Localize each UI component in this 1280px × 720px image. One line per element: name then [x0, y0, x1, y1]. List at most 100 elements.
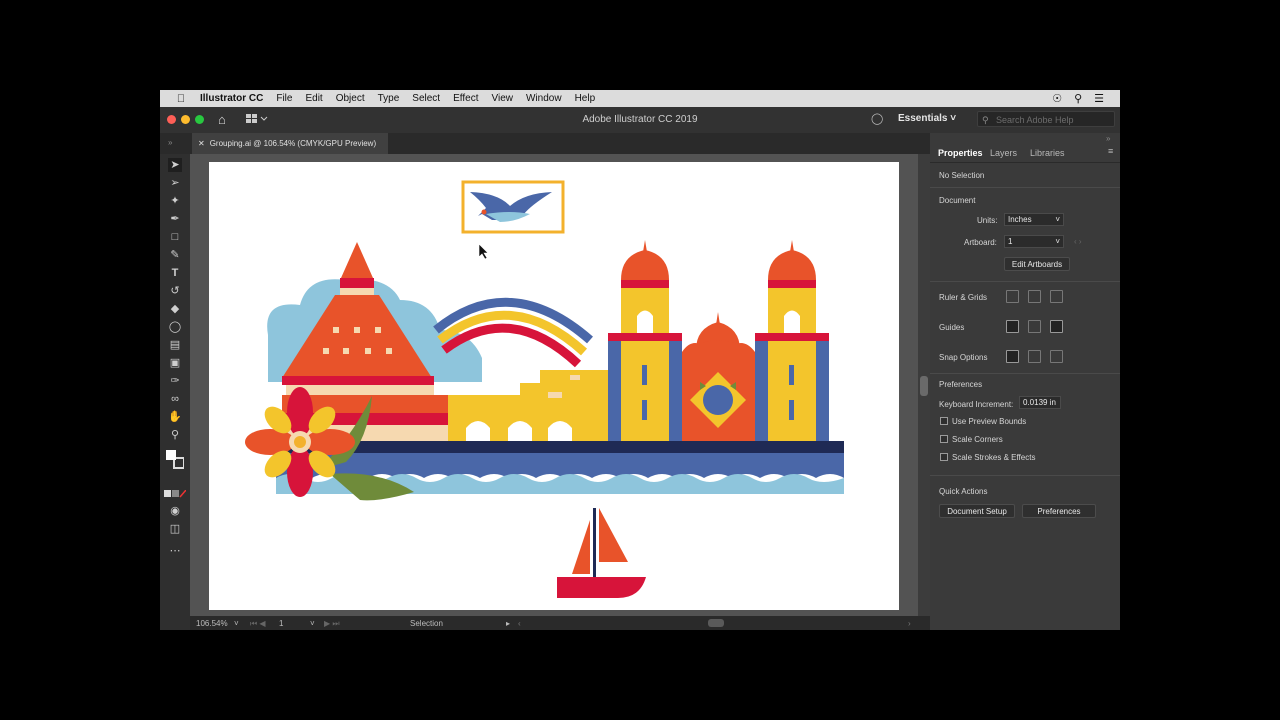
direct-selection-tool-icon[interactable]: ➢: [168, 176, 182, 190]
selection-tool-icon[interactable]: ➤: [168, 158, 182, 172]
menu-object[interactable]: Object: [336, 93, 365, 104]
lightbulb-icon[interactable]: ◯: [871, 112, 883, 125]
preferences-button[interactable]: Preferences: [1022, 504, 1096, 518]
vertical-scrollbar-thumb[interactable]: [920, 376, 928, 396]
use-preview-bounds-checkbox[interactable]: [940, 417, 948, 425]
mac-menubar:  Illustrator CC File Edit Object Type S…: [160, 90, 1120, 107]
rotate-tool-icon[interactable]: ↺: [168, 284, 182, 298]
eraser-tool-icon[interactable]: ◆: [168, 302, 182, 316]
snap-to-pixel-icon[interactable]: [1050, 350, 1063, 363]
mouse-cursor-icon: [478, 243, 489, 260]
ruler-icon[interactable]: [1006, 290, 1019, 303]
central-dome[interactable]: [682, 312, 755, 441]
hand-tool-icon[interactable]: ✋: [168, 410, 182, 424]
tab-layers[interactable]: Layers: [990, 148, 1017, 158]
screen-mode-icon[interactable]: ◫: [168, 522, 182, 536]
sailboat-group[interactable]: [557, 508, 646, 598]
artwork[interactable]: [209, 162, 899, 610]
artboard-number-field[interactable]: 1: [279, 619, 283, 628]
selection-state-label: No Selection: [939, 171, 985, 180]
collapse-toolbar-icon[interactable]: »: [168, 138, 172, 147]
right-tower[interactable]: [755, 240, 829, 441]
zoom-tool-icon[interactable]: ⚲: [168, 428, 182, 442]
artboard[interactable]: [209, 162, 899, 610]
units-label: Units:: [977, 216, 998, 225]
document-tab[interactable]: ✕ Grouping.ai @ 106.54% (CMYK/GPU Preview…: [192, 133, 388, 154]
smart-guides-icon[interactable]: [1050, 320, 1063, 333]
artboard-nav-prev-icons[interactable]: ⏮ ◀: [250, 619, 266, 629]
artboard-tool-icon[interactable]: ▣: [168, 356, 182, 370]
scale-strokes-checkbox[interactable]: [940, 453, 948, 461]
tab-properties[interactable]: Properties: [938, 148, 983, 158]
panel-menu-icon[interactable]: ≡: [1108, 146, 1113, 156]
scroll-left-icon[interactable]: ‹: [518, 619, 521, 628]
creative-cloud-icon[interactable]: ☉: [1052, 92, 1062, 105]
menu-edit[interactable]: Edit: [305, 93, 322, 104]
type-tool-icon[interactable]: T: [168, 266, 182, 280]
menu-file[interactable]: File: [276, 93, 292, 104]
menu-window[interactable]: Window: [526, 93, 562, 104]
paintbrush-tool-icon[interactable]: ✎: [168, 248, 182, 262]
shape-builder-tool-icon[interactable]: ◯: [168, 320, 182, 334]
snap-to-grid-icon[interactable]: [1028, 350, 1041, 363]
scale-corners-checkbox[interactable]: [940, 435, 948, 443]
artboard-dropdown[interactable]: 1 ˅: [1004, 235, 1064, 248]
show-guides-icon[interactable]: [1006, 320, 1019, 333]
keyboard-increment-input[interactable]: 0.0139 in: [1019, 396, 1061, 409]
tab-libraries[interactable]: Libraries: [1030, 148, 1065, 158]
seagull-group[interactable]: [461, 180, 565, 234]
zoom-dropdown-icon[interactable]: ˅: [234, 619, 239, 628]
keyboard-increment-label: Keyboard Increment:: [939, 400, 1014, 409]
scale-corners-label: Scale Corners: [952, 435, 1003, 444]
artboard-dropdown-icon[interactable]: ˅: [310, 619, 315, 628]
spotlight-search-icon[interactable]: ⚲: [1074, 92, 1082, 105]
left-tower[interactable]: [608, 240, 682, 441]
eyedropper-tool-icon[interactable]: ✑: [168, 374, 182, 388]
close-tab-icon[interactable]: ✕: [198, 139, 205, 148]
edit-artboards-button[interactable]: Edit Artboards: [1004, 257, 1070, 271]
menu-effect[interactable]: Effect: [453, 93, 478, 104]
application-bar: ⌂ Adobe Illustrator CC 2019 ◯ Essentials…: [160, 107, 1120, 133]
rectangle-tool-icon[interactable]: □: [168, 230, 182, 244]
notification-center-icon[interactable]: ☰: [1094, 92, 1104, 105]
document-setup-button[interactable]: Document Setup: [939, 504, 1015, 518]
fill-stroke-swatch[interactable]: [166, 450, 185, 476]
properties-panel: » Properties Layers Libraries ≡ No Selec…: [930, 133, 1120, 630]
more-tools-icon[interactable]: ⋯: [168, 544, 182, 558]
document-tab-label: Grouping.ai @ 106.54% (CMYK/GPU Preview): [209, 139, 377, 148]
menu-view[interactable]: View: [491, 93, 513, 104]
workspace-switcher[interactable]: Essentials ˅: [898, 113, 956, 124]
document-tab-bar: » ✕ Grouping.ai @ 106.54% (CMYK/GPU Previ…: [160, 133, 930, 154]
grid-icon[interactable]: [1028, 290, 1041, 303]
artboard-nav-next-icons[interactable]: ▶ ⏭: [324, 619, 340, 629]
zoom-level-field[interactable]: 106.54%: [196, 619, 228, 628]
scale-strokes-label: Scale Strokes & Effects: [952, 453, 1036, 462]
scroll-right-icon[interactable]: ›: [908, 619, 911, 628]
quick-actions-heading: Quick Actions: [939, 487, 988, 496]
menu-help[interactable]: Help: [575, 93, 596, 104]
current-tool-status[interactable]: Selection: [410, 619, 443, 628]
gradient-tool-icon[interactable]: ▤: [168, 338, 182, 352]
menu-select[interactable]: Select: [412, 93, 440, 104]
snap-to-point-icon[interactable]: [1006, 350, 1019, 363]
workspace-label: Essentials: [898, 113, 948, 124]
lock-guides-icon[interactable]: [1028, 320, 1041, 333]
horizontal-scrollbar-thumb[interactable]: [708, 619, 724, 627]
menu-app-name[interactable]: Illustrator CC: [200, 93, 263, 104]
chevron-down-icon: ˅: [950, 113, 957, 124]
snap-options-label: Snap Options: [939, 353, 988, 362]
artboard-prev-next-icons[interactable]: ‹ ›: [1074, 237, 1082, 246]
pen-tool-icon[interactable]: ✒: [168, 212, 182, 226]
status-menu-arrow-icon[interactable]: ▸: [506, 619, 510, 628]
draw-mode-icon[interactable]: ◉: [168, 504, 182, 518]
search-help-input[interactable]: ⚲ Search Adobe Help: [977, 111, 1115, 127]
apple-menu-icon[interactable]: : [174, 93, 188, 105]
color-mode-icons[interactable]: [164, 489, 187, 498]
chevron-down-icon: ˅: [1055, 215, 1060, 224]
use-preview-bounds-label: Use Preview Bounds: [952, 417, 1027, 426]
blend-tool-icon[interactable]: ∞: [168, 392, 182, 406]
transparency-grid-icon[interactable]: [1050, 290, 1063, 303]
menu-type[interactable]: Type: [378, 93, 400, 104]
magic-wand-tool-icon[interactable]: ✦: [168, 194, 182, 208]
units-dropdown[interactable]: Inches ˅: [1004, 213, 1064, 226]
